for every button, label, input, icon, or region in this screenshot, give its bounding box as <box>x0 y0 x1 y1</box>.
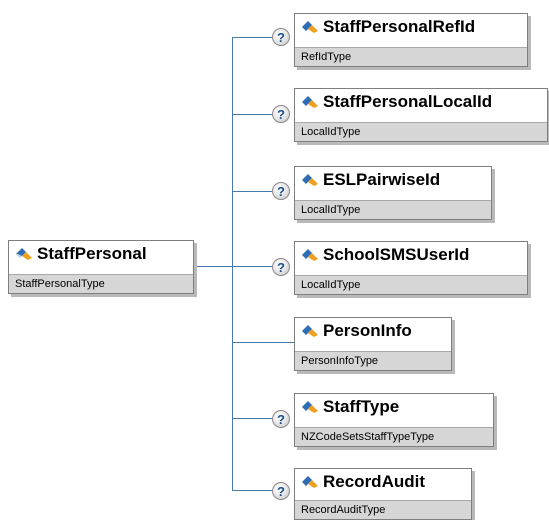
root-connector <box>193 266 233 267</box>
root-element-name: StaffPersonal <box>37 244 147 263</box>
element-diamond-icon <box>302 401 318 413</box>
branch-line <box>232 37 272 38</box>
element-name: StaffType <box>323 397 400 416</box>
element-name: SchoolSMSUserId <box>323 245 470 264</box>
branch-line <box>232 114 272 115</box>
element-type-label: LocalIdType <box>295 122 547 141</box>
element-name: RecordAudit <box>323 472 425 491</box>
element-node-eslpairwiseid[interactable]: ESLPairwiseId LocalIdType <box>294 166 492 220</box>
element-name: StaffPersonalLocalId <box>323 92 493 111</box>
element-name: ESLPairwiseId <box>323 170 441 189</box>
element-type-label: RecordAuditType <box>295 500 471 519</box>
element-node-recordaudit[interactable]: RecordAudit RecordAuditType <box>294 468 472 520</box>
optional-marker-icon: ? <box>272 105 290 123</box>
element-node-staffpersonallocalid[interactable]: StaffPersonalLocalId LocalIdType <box>294 88 548 142</box>
element-node-personinfo[interactable]: PersonInfo PersonInfoType <box>294 317 452 371</box>
optional-marker-icon: ? <box>272 482 290 500</box>
branch-line <box>232 418 272 419</box>
trunk-line <box>232 37 233 490</box>
element-diamond-icon <box>302 21 318 33</box>
element-diamond-icon <box>302 174 318 186</box>
element-diamond-icon <box>302 325 318 337</box>
element-diamond-icon <box>302 476 318 488</box>
element-name: StaffPersonalRefId <box>323 17 476 36</box>
branch-line <box>232 342 294 343</box>
element-type-label: LocalIdType <box>295 275 527 294</box>
element-type-label: LocalIdType <box>295 200 491 219</box>
schema-diagram: StaffPersonal StaffPersonalType ? StaffP… <box>0 0 549 520</box>
element-name: PersonInfo <box>323 321 412 340</box>
optional-marker-icon: ? <box>272 28 290 46</box>
element-diamond-icon <box>302 96 318 108</box>
branch-line <box>232 191 272 192</box>
element-node-staffpersonalrefid[interactable]: StaffPersonalRefId RefIdType <box>294 13 528 67</box>
optional-marker-icon: ? <box>272 258 290 276</box>
element-type-label: NZCodeSetsStaffTypeType <box>295 427 493 446</box>
element-type-label: RefIdType <box>295 47 527 66</box>
element-node-stafftype[interactable]: StaffType NZCodeSetsStaffTypeType <box>294 393 494 447</box>
root-type-label: StaffPersonalType <box>9 274 193 293</box>
element-diamond-icon <box>302 249 318 261</box>
optional-marker-icon: ? <box>272 410 290 428</box>
branch-line <box>232 266 272 267</box>
element-node-schoolsmsuserid[interactable]: SchoolSMSUserId LocalIdType <box>294 241 528 295</box>
root-node[interactable]: StaffPersonal StaffPersonalType <box>8 240 194 294</box>
optional-marker-icon: ? <box>272 182 290 200</box>
element-diamond-icon <box>16 248 32 260</box>
branch-line <box>232 490 272 491</box>
element-type-label: PersonInfoType <box>295 351 451 370</box>
